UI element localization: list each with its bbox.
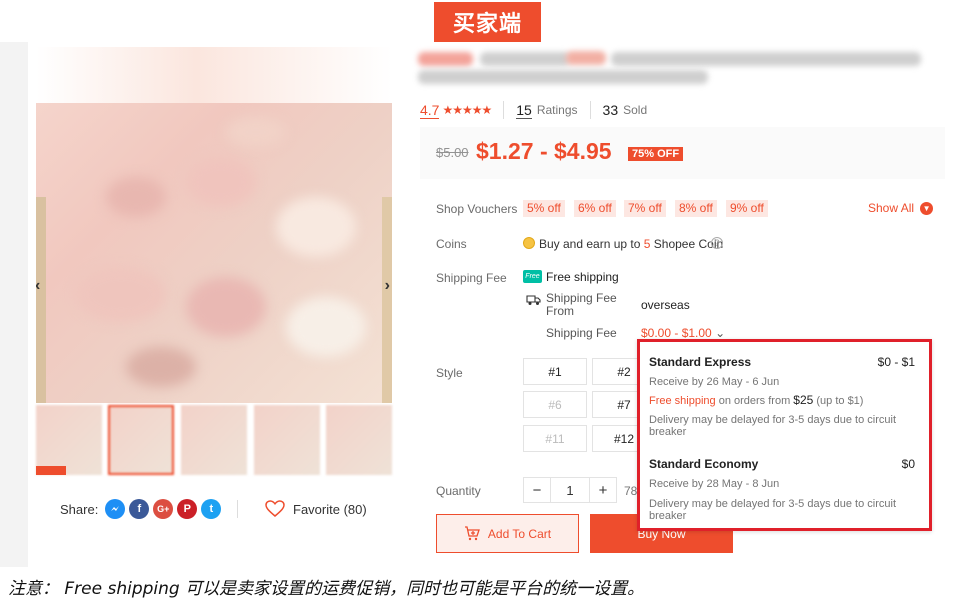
- economy-option-price: $0: [901, 457, 915, 471]
- discount-badge: 75% OFF: [628, 147, 684, 161]
- current-price: $1.27 - $4.95: [476, 138, 612, 164]
- thumbnail[interactable]: [181, 405, 247, 475]
- facebook-icon[interactable]: f: [129, 499, 150, 519]
- messenger-icon[interactable]: [105, 499, 126, 519]
- voucher-tag[interactable]: 5% off: [523, 200, 565, 217]
- shipping-from-value: overseas: [641, 298, 690, 312]
- product-title-blurred: [416, 48, 921, 86]
- thumbnail[interactable]: [326, 405, 392, 475]
- rating-score[interactable]: 4.7: [420, 102, 440, 119]
- style-option[interactable]: #1: [523, 358, 587, 385]
- sold-count: 33: [602, 102, 619, 118]
- thumbnail[interactable]: [254, 405, 320, 475]
- help-icon[interactable]: ?: [711, 237, 723, 249]
- thumbnail[interactable]: [36, 405, 102, 475]
- shop-vouchers-label: Shop Vouchers: [436, 202, 518, 216]
- favorite-button[interactable]: Favorite (80): [265, 498, 367, 520]
- show-all-label: Show All: [868, 201, 915, 215]
- economy-delay-note: Delivery may be delayed for 3-5 days due…: [649, 498, 897, 522]
- rating-row: 4.7 ★★★★★ 15 Ratings 33 Sold: [420, 100, 647, 120]
- style-option[interactable]: #6: [523, 391, 587, 418]
- next-image-arrow-icon[interactable]: ›: [385, 277, 390, 295]
- share-row: Share: f G+ P t: [60, 497, 222, 521]
- shipping-from-label: Shipping Fee From: [546, 291, 617, 318]
- ratings-label: Ratings: [536, 103, 578, 117]
- economy-receive-date: Receive by 28 May - 8 Jun: [649, 478, 780, 490]
- buyer-side-banner: 买家端: [434, 2, 541, 42]
- google-plus-icon[interactable]: G+: [153, 499, 174, 519]
- express-receive-date: Receive by 26 May - 6 Jun: [649, 376, 780, 388]
- divider: [237, 500, 238, 518]
- quantity-input[interactable]: 1: [550, 478, 590, 502]
- chevron-down-icon: ⌄: [715, 326, 726, 340]
- add-to-cart-label: Add To Cart: [487, 526, 552, 541]
- shipping-fee-label: Shipping Fee: [436, 271, 507, 285]
- share-label: Share:: [60, 501, 99, 517]
- coins-text: Buy and earn up to 5 Shopee Coin: [539, 237, 724, 251]
- decrease-button[interactable]: −: [524, 478, 550, 502]
- shipping-options-popup: Standard Express $0 - $1 Receive by 26 M…: [637, 339, 932, 531]
- product-main-image[interactable]: ‹ ›: [36, 47, 392, 403]
- express-delay-note: Delivery may be delayed for 3-5 days due…: [649, 414, 897, 438]
- style-option[interactable]: #11: [523, 425, 587, 452]
- coins-label: Coins: [436, 237, 467, 251]
- coin-icon: [523, 237, 535, 249]
- footnote: 注意： Free shipping 可以是卖家设置的运费促销，同时也可能是平台的…: [8, 579, 645, 599]
- available-count: 78: [624, 484, 638, 498]
- chevron-down-icon: ▼: [920, 201, 934, 215]
- truck-icon: [526, 293, 542, 310]
- economy-option-name: Standard Economy: [649, 457, 759, 471]
- twitter-icon[interactable]: t: [201, 499, 222, 519]
- ratings-count[interactable]: 15: [516, 102, 532, 119]
- shipping-fee-sublabel: Shipping Fee: [546, 326, 617, 340]
- style-label: Style: [436, 366, 463, 380]
- voucher-tag[interactable]: 6% off: [574, 200, 616, 217]
- show-all-vouchers-button[interactable]: Show All ▼: [868, 201, 934, 215]
- voucher-tag[interactable]: 7% off: [624, 200, 666, 217]
- express-free-shipping-note: Free shipping on orders from $25 (up to …: [649, 393, 864, 407]
- cart-icon: [464, 526, 480, 541]
- free-shipping-icon: Free: [523, 270, 542, 283]
- quantity-label: Quantity: [436, 484, 481, 498]
- thumbnail[interactable]: [108, 405, 174, 475]
- original-price: $5.00: [436, 145, 469, 160]
- add-to-cart-button[interactable]: Add To Cart: [436, 514, 579, 553]
- increase-button[interactable]: +: [590, 478, 616, 502]
- shipping-fee-dropdown[interactable]: $0.00 - $1.00 ⌄: [641, 326, 725, 340]
- free-shipping-text: Free shipping: [546, 270, 619, 284]
- express-option-price: $0 - $1: [877, 355, 915, 369]
- thumbnail-badge: [36, 466, 66, 475]
- rating-stars-icon: ★★★★★: [442, 103, 492, 117]
- sold-label: Sold: [623, 103, 648, 117]
- express-option-name: Standard Express: [649, 355, 752, 369]
- heart-icon: [265, 500, 285, 517]
- quantity-stepper: − 1 +: [523, 477, 617, 503]
- left-margin-strip: [0, 42, 28, 567]
- voucher-tag[interactable]: 9% off: [726, 200, 768, 217]
- shipping-fee-value: $0.00 - $1.00: [641, 326, 712, 340]
- voucher-tag[interactable]: 8% off: [675, 200, 717, 217]
- thumbnail-strip: [36, 405, 392, 475]
- favorite-label: Favorite (80): [293, 501, 367, 517]
- pinterest-icon[interactable]: P: [177, 499, 198, 519]
- prev-image-arrow-icon[interactable]: ‹: [36, 277, 40, 295]
